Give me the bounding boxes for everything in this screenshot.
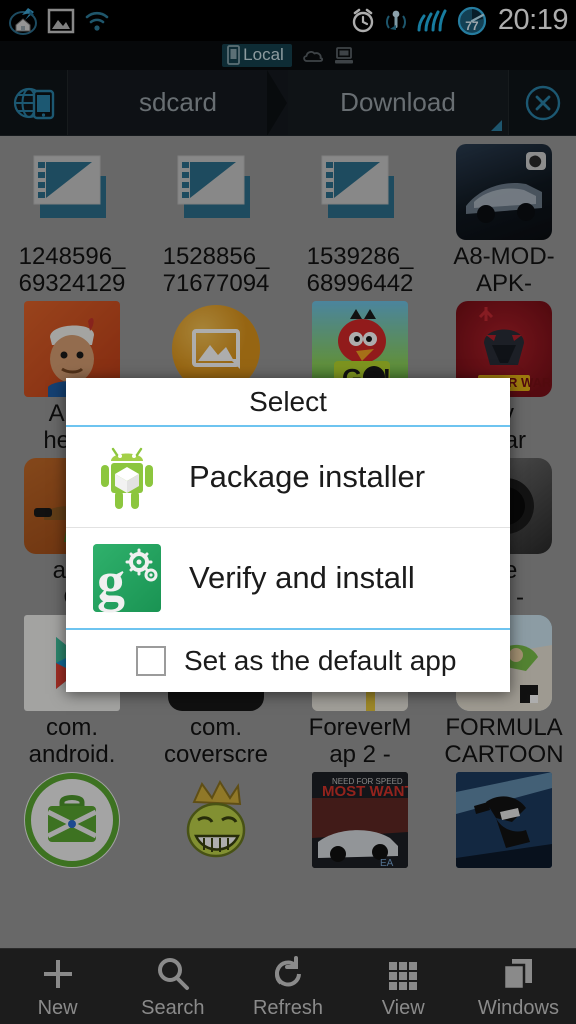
dialog-set-default-row[interactable]: Set as the default app bbox=[66, 630, 510, 692]
set-default-checkbox[interactable] bbox=[136, 646, 166, 676]
refresh-icon bbox=[268, 954, 308, 994]
nav-refresh-button[interactable]: Refresh bbox=[230, 954, 345, 1020]
nav-windows-button[interactable]: Windows bbox=[461, 954, 576, 1020]
windows-stack-icon bbox=[498, 954, 538, 994]
nav-view-label: View bbox=[381, 996, 425, 1019]
search-icon bbox=[153, 954, 193, 994]
nav-view-button[interactable]: View bbox=[346, 954, 461, 1020]
grid-view-icon bbox=[383, 954, 423, 994]
nav-new-button[interactable]: New bbox=[0, 954, 115, 1020]
android-package-installer-icon bbox=[91, 441, 163, 513]
google-play-verify-icon: g bbox=[91, 542, 163, 614]
dialog-option-verify-and-install[interactable]: g Verify and install bbox=[66, 528, 510, 628]
android-file-manager-screen: 77 20:19 Local sdcard Download 1248596_ … bbox=[0, 0, 576, 1024]
nav-new-label: New bbox=[37, 996, 78, 1019]
plus-icon bbox=[38, 954, 78, 994]
dialog-option-label: Verify and install bbox=[189, 560, 415, 595]
nav-refresh-label: Refresh bbox=[252, 996, 324, 1019]
dialog-title: Select bbox=[249, 385, 327, 417]
set-default-label: Set as the default app bbox=[184, 645, 457, 676]
bottom-toolbar: New Search Refresh View Windows bbox=[0, 948, 576, 1024]
svg-text:g: g bbox=[97, 551, 125, 613]
dialog-option-package-installer[interactable]: Package installer bbox=[66, 427, 510, 527]
nav-search-button[interactable]: Search bbox=[115, 954, 230, 1020]
dialog-option-label: Package installer bbox=[189, 459, 426, 494]
nav-search-label: Search bbox=[141, 996, 205, 1019]
select-app-dialog: Select Package installer g Verify and in… bbox=[66, 378, 510, 692]
nav-windows-label: Windows bbox=[477, 996, 559, 1019]
